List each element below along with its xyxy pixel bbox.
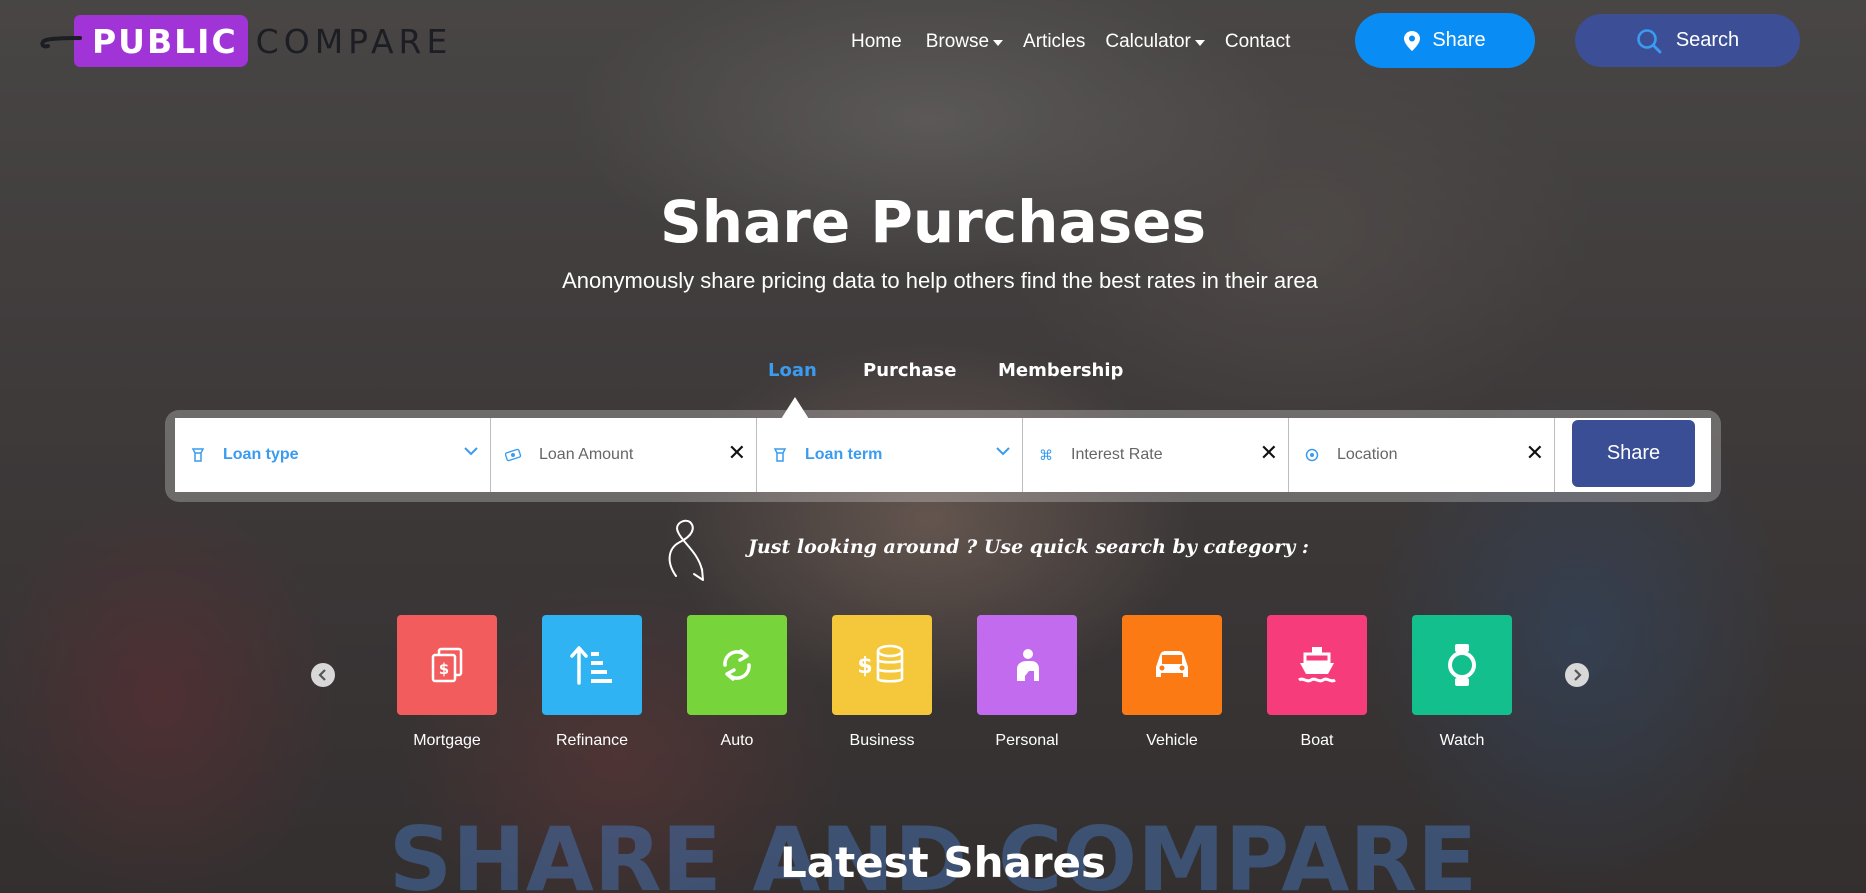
site-logo[interactable]: PUBLIC COMPARE — [40, 12, 452, 70]
clear-icon[interactable]: ✕ — [1260, 441, 1278, 466]
category-auto[interactable]: Auto — [687, 615, 787, 750]
vehicle-icon — [1156, 651, 1188, 677]
interest-rate-field[interactable]: ⌘ Interest Rate ✕ — [1023, 418, 1289, 492]
logo-text-public: PUBLIC — [74, 15, 248, 67]
hero-subtitle: Anonymously share pricing data to help o… — [562, 268, 1318, 293]
section-title: Latest Shares — [779, 838, 1107, 887]
category-tile — [687, 615, 787, 715]
svg-text:$: $ — [439, 660, 449, 678]
search-icon — [1637, 28, 1662, 53]
business-icon: $ — [857, 644, 904, 683]
category-label: Watch — [1439, 732, 1485, 749]
nav-calculator[interactable]: Calculator — [1105, 31, 1205, 53]
category-personal[interactable]: Personal — [977, 615, 1077, 750]
quick-search-text: Just looking around ? Use quick search b… — [748, 536, 1309, 558]
category-tile — [542, 615, 642, 715]
nav-contact[interactable]: Contact — [1225, 31, 1290, 53]
nav-home-label: Home — [851, 31, 902, 52]
category-boat[interactable]: Boat — [1267, 615, 1367, 750]
logo-text-compare: COMPARE — [255, 21, 453, 61]
category-vehicle[interactable]: Vehicle — [1122, 615, 1222, 750]
location-placeholder: Location — [1337, 446, 1398, 463]
hero-title: Share Purchases — [660, 188, 1206, 256]
chevron-right-icon — [1574, 669, 1582, 681]
loan-type-label: Loan type — [223, 446, 299, 463]
category-tile: $ — [832, 615, 932, 715]
carousel-next-button[interactable] — [1565, 663, 1589, 687]
location-pin-icon — [1404, 30, 1421, 51]
header-share-button[interactable]: Share — [1355, 13, 1535, 68]
category-tile — [977, 615, 1077, 715]
curly-arrow-icon — [668, 519, 704, 581]
loan-term-icon — [771, 446, 789, 464]
loan-amount-field[interactable]: Loan Amount ✕ — [491, 418, 757, 492]
form-share-button[interactable]: Share — [1572, 420, 1695, 487]
nav-home[interactable]: Home — [851, 31, 902, 53]
refinance-icon — [570, 646, 612, 685]
category-label: Boat — [1300, 732, 1334, 749]
boat-icon — [1298, 647, 1336, 683]
category-tile — [1412, 615, 1512, 715]
personal-icon — [1017, 649, 1039, 681]
category-label: Personal — [995, 732, 1059, 749]
category-label: Vehicle — [1146, 732, 1198, 749]
category-label: Mortgage — [413, 732, 481, 749]
tab-loan[interactable]: Loan — [768, 360, 817, 381]
loan-term-label: Loan term — [805, 446, 883, 463]
nav-browse[interactable]: Browse — [925, 31, 1004, 53]
header-search-button[interactable]: Search — [1575, 14, 1800, 67]
location-field[interactable]: Location ✕ — [1289, 418, 1555, 492]
share-form: Loan type Loan Amount ✕ Loan term ⌘ Inte… — [175, 418, 1711, 492]
nav-articles[interactable]: Articles — [1023, 31, 1085, 53]
auto-icon — [723, 649, 751, 681]
logo-hook-icon — [40, 24, 82, 58]
chevron-down-icon — [996, 447, 1010, 456]
tab-membership[interactable]: Membership — [998, 360, 1123, 381]
category-label: Business — [849, 732, 915, 749]
clear-icon[interactable]: ✕ — [728, 441, 746, 466]
clear-icon[interactable]: ✕ — [1526, 441, 1544, 466]
loan-amount-placeholder: Loan Amount — [539, 446, 634, 463]
percent-icon: ⌘ — [1039, 446, 1053, 463]
svg-text:$: $ — [857, 654, 872, 679]
watch-icon — [1448, 644, 1476, 686]
interest-rate-placeholder: Interest Rate — [1071, 446, 1163, 463]
carousel-prev-button[interactable] — [311, 663, 335, 687]
category-tile — [1122, 615, 1222, 715]
nav-articles-label: Articles — [1023, 31, 1086, 52]
main-nav: Home Browse Articles Calculator Contact — [851, 0, 1310, 84]
nav-browse-label: Browse — [925, 31, 990, 52]
category-label: Refinance — [555, 732, 629, 749]
tab-purchase[interactable]: Purchase — [863, 360, 956, 381]
caret-down-icon — [993, 40, 1004, 46]
category-label: Auto — [720, 732, 754, 749]
nav-calculator-label: Calculator — [1105, 31, 1191, 52]
chevron-left-icon — [318, 669, 326, 681]
header-share-label: Share — [1432, 29, 1486, 51]
category-mortgage[interactable]: $ Mortgage — [397, 615, 497, 750]
loan-term-select[interactable]: Loan term — [757, 418, 1023, 492]
form-tabs: Loan Purchase Membership — [0, 360, 1866, 390]
category-refinance[interactable]: Refinance — [542, 615, 642, 750]
category-business[interactable]: $ Business — [832, 615, 932, 750]
nav-contact-label: Contact — [1224, 31, 1291, 52]
location-target-icon — [1303, 446, 1321, 464]
chevron-down-icon — [464, 447, 478, 456]
loan-type-icon — [189, 446, 207, 464]
mortgage-icon: $ — [431, 647, 463, 683]
header-search-label: Search — [1675, 29, 1740, 51]
caret-down-icon — [1194, 40, 1205, 46]
money-icon — [505, 446, 523, 464]
category-tile: $ — [397, 615, 497, 715]
site-header: PUBLIC COMPARE Home Browse Articles Calc… — [0, 0, 1866, 84]
loan-type-select[interactable]: Loan type — [175, 418, 491, 492]
category-tile — [1267, 615, 1367, 715]
category-watch[interactable]: Watch — [1412, 615, 1512, 750]
